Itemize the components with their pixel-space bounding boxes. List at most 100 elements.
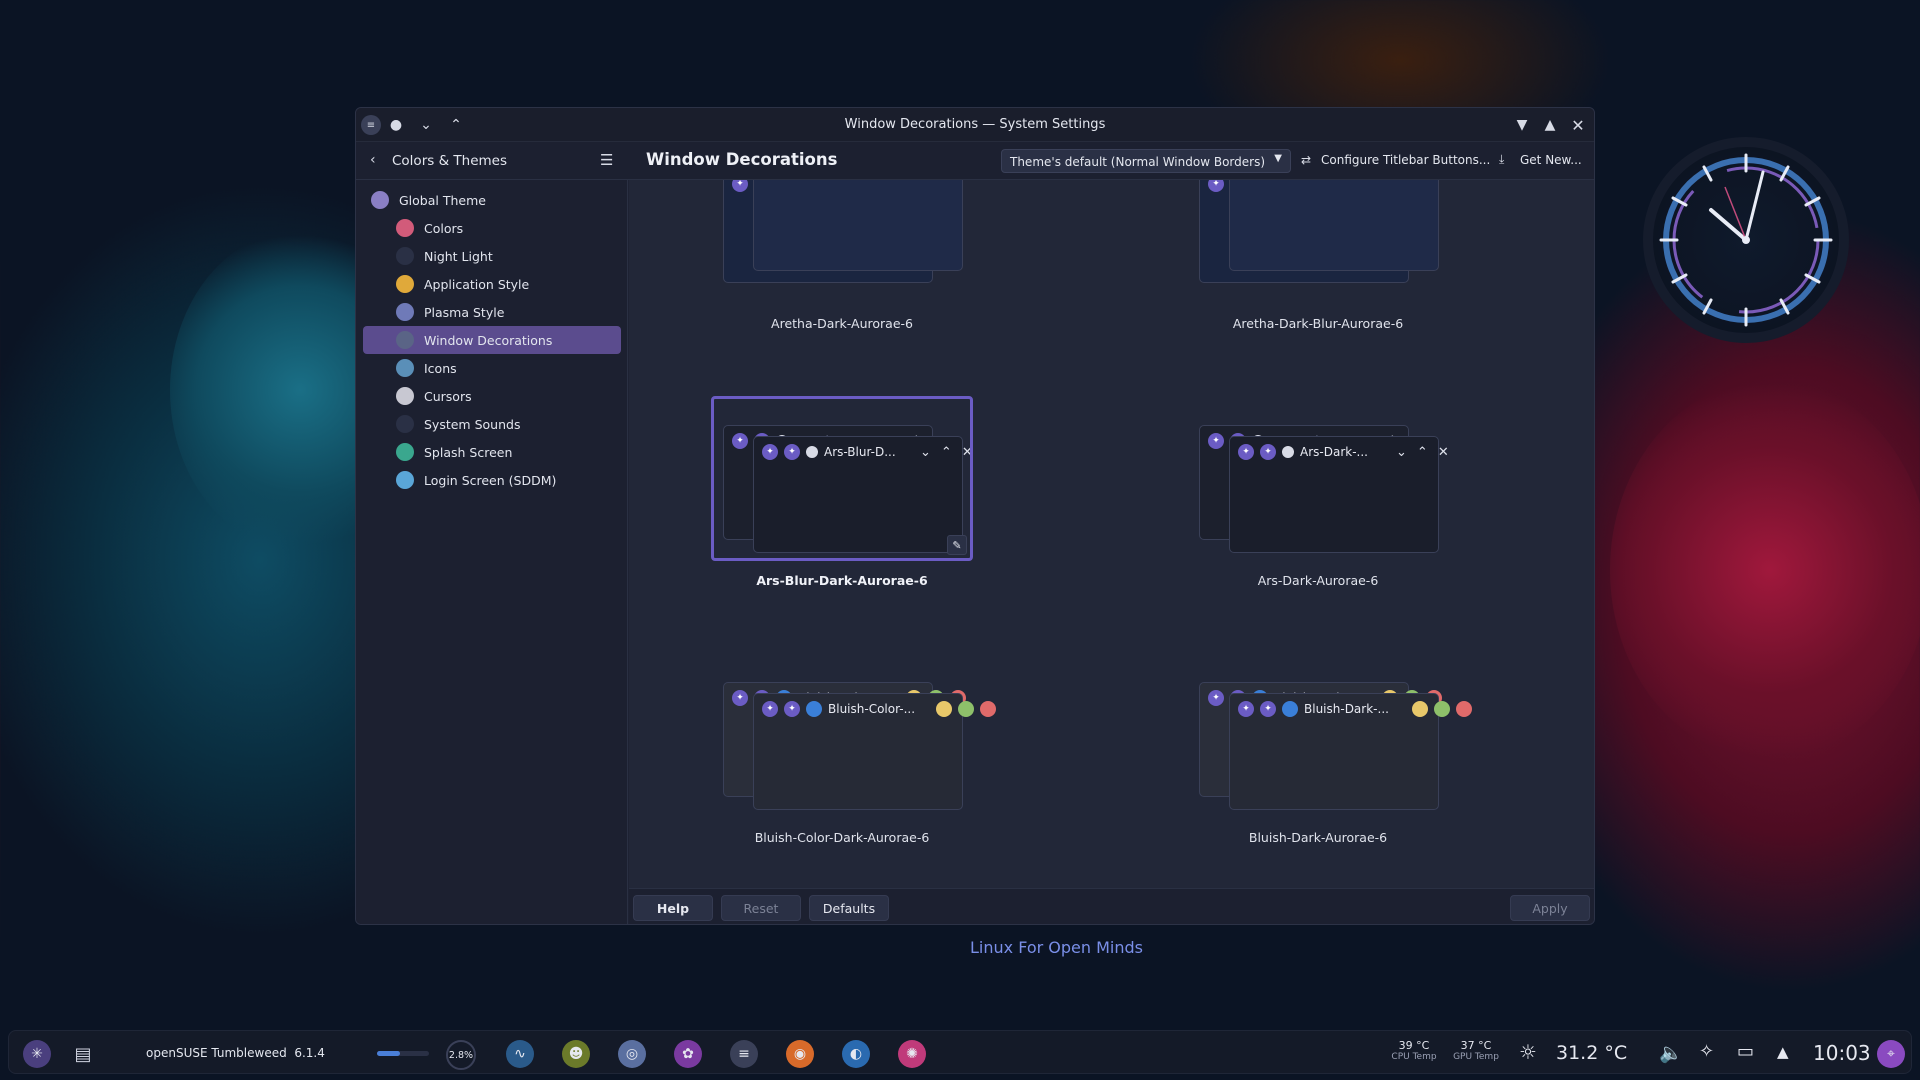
network-icon[interactable]: ▭ bbox=[1737, 1041, 1754, 1062]
sidebar-item-login-screen-sddm[interactable]: Login Screen (SDDM) bbox=[363, 466, 621, 494]
apply-button[interactable]: Apply bbox=[1510, 895, 1590, 921]
decoration-preview: ✦ ✦ Bluish-Color-... ✦ ✦ Bluish-Color-... bbox=[711, 658, 996, 858]
minimize-icon: ⌄ bbox=[1396, 444, 1407, 460]
back-button[interactable]: Colors & Themes bbox=[392, 153, 507, 169]
cursors-icon bbox=[396, 387, 414, 405]
decoration-preview: ✦ ✦ Ars-Dark-... ⌄ ⌃ ✕ ✦ ✦ Ars-Dark-... ⌄ ⌃ ✕ bbox=[1187, 401, 1449, 601]
wallpaper-smoke-right bbox=[1610, 380, 1920, 760]
decoration-name: Bluish-Color-Dark-Aurorae-6 bbox=[754, 830, 930, 845]
help-button[interactable]: Help bbox=[633, 895, 713, 921]
gimp-icon[interactable]: ☻ bbox=[562, 1040, 590, 1068]
sidebar-item-label: Night Light bbox=[424, 248, 493, 264]
get-new-button[interactable]: Get New... bbox=[1520, 153, 1582, 167]
minimize-icon[interactable]: ▼ bbox=[1512, 115, 1532, 135]
sidebar-item-window-decorations[interactable]: Window Decorations bbox=[363, 326, 621, 354]
night-light-icon bbox=[396, 247, 414, 265]
gpu-temp-sensor: 37 °C GPU Temp bbox=[1453, 1039, 1499, 1062]
app-menu-icon: ✦ bbox=[784, 701, 800, 717]
pin-icon: ✦ bbox=[1238, 444, 1254, 460]
pin-icon: ✦ bbox=[1208, 180, 1224, 192]
kde-tagline: Linux For Open Minds bbox=[970, 938, 1143, 957]
icons-icon bbox=[396, 359, 414, 377]
login-screen-icon bbox=[396, 471, 414, 489]
pager-icon[interactable]: ▤ bbox=[69, 1040, 97, 1068]
sliders-icon: ⇄ bbox=[1301, 153, 1312, 167]
sidebar-item-label: Splash Screen bbox=[424, 444, 513, 460]
sidebar-item-system-sounds[interactable]: System Sounds bbox=[363, 410, 621, 438]
tray-expand-icon[interactable]: ▲ bbox=[1777, 1043, 1789, 1061]
maximize-icon[interactable]: ▲ bbox=[1540, 115, 1560, 135]
sidebar-item-night-light[interactable]: Night Light bbox=[363, 242, 621, 270]
pin-icon: ✦ bbox=[762, 701, 778, 717]
decoration-name: Bluish-Dark-Aurorae-6 bbox=[1248, 830, 1388, 845]
system-settings-window[interactable]: ≡ ● ⌄ ⌃ Window Decorations — System Sett… bbox=[355, 107, 1595, 925]
active-preview-window: ✦✦Aretha-...⌄⌃✕ bbox=[753, 180, 963, 271]
decoration-name: Aretha-Dark-Blur-Aurorae-6 bbox=[1232, 316, 1404, 331]
edit-pencil-icon[interactable]: ✎ bbox=[947, 535, 967, 555]
window-title: Window Decorations — System Settings bbox=[844, 117, 1106, 132]
decoration-name: Ars-Blur-Dark-Aurorae-6 bbox=[756, 573, 928, 588]
decoration-name: Aretha-Dark-Aurorae-6 bbox=[771, 316, 913, 331]
colors-icon bbox=[396, 219, 414, 237]
plasma-style-icon bbox=[396, 303, 414, 321]
weather-temp[interactable]: 31.2 °C bbox=[1556, 1042, 1627, 1064]
brightness-icon[interactable]: ✧ bbox=[1699, 1041, 1714, 1062]
back-arrow-icon[interactable]: ‹ bbox=[370, 152, 376, 168]
system-settings-task-icon[interactable]: ≡ bbox=[730, 1040, 758, 1068]
close-icon[interactable]: ✕ bbox=[1568, 115, 1588, 135]
sun-icon[interactable]: ☼ bbox=[1519, 1040, 1537, 1064]
hamburger-menu-icon[interactable]: ☰ bbox=[600, 151, 613, 169]
pin-icon: ✦ bbox=[732, 180, 748, 192]
configure-titlebar-buttons-button[interactable]: Configure Titlebar Buttons... bbox=[1321, 153, 1490, 167]
clock-face bbox=[1659, 153, 1833, 327]
color-picker-icon[interactable]: ✺ bbox=[898, 1040, 926, 1068]
sidebar-item-global-theme[interactable]: Global Theme bbox=[363, 186, 621, 214]
selection-highlight bbox=[711, 396, 973, 561]
keep-above-icon bbox=[1282, 446, 1294, 458]
app-menu-icon: ✦ bbox=[1260, 701, 1276, 717]
decorations-grid[interactable]: ✦✦Aretha-...⌄⌃✕ ✦✦Aretha-...⌄⌃✕ Aretha-D… bbox=[629, 180, 1594, 888]
decoration-card[interactable]: ✦ ✦ Bluish-Color-... ✦ ✦ Bluish-Color-... Bl… bbox=[711, 658, 996, 858]
window-titlebar[interactable]: ≡ ● ⌄ ⌃ Window Decorations — System Sett… bbox=[356, 108, 1594, 142]
maximize-icon: ⌃ bbox=[1416, 444, 1428, 460]
firefox-icon[interactable]: ◉ bbox=[786, 1040, 814, 1068]
sidebar-item-splash-screen[interactable]: Splash Screen bbox=[363, 438, 621, 466]
decoration-card[interactable]: ✦ ✦ Ars-Dark-... ⌄ ⌃ ✕ ✦ ✦ Ars-Dark-... ⌄ ⌃ ✕ Ars-… bbox=[1187, 401, 1449, 601]
decoration-card[interactable]: ✦ ✦ Bluish-Dark-... ✦ ✦ Bluish-Dark-... Blui… bbox=[1187, 658, 1472, 858]
analog-clock-widget[interactable] bbox=[1643, 137, 1849, 343]
decoration-preview: ✦ ✦ Bluish-Dark-... ✦ ✦ Bluish-Dark-... bbox=[1187, 658, 1472, 858]
sidebar-item-icons[interactable]: Icons bbox=[363, 354, 621, 382]
reset-button[interactable]: Reset bbox=[721, 895, 801, 921]
cpu-temp-sensor: 39 °C CPU Temp bbox=[1391, 1039, 1437, 1062]
clock-time[interactable]: 10:03 bbox=[1813, 1041, 1871, 1065]
volume-icon[interactable]: 🔈 bbox=[1659, 1041, 1683, 1064]
decoration-card[interactable]: ✦✦Aretha-...⌄⌃✕ ✦✦Aretha-...⌄⌃✕ Aretha-D… bbox=[711, 180, 973, 344]
sidebar-item-colors[interactable]: Colors bbox=[363, 214, 621, 242]
discover-shop-icon[interactable]: ✿ bbox=[674, 1040, 702, 1068]
application-launcher-icon[interactable]: ✳ bbox=[23, 1040, 51, 1068]
cpu-usage-bar bbox=[377, 1051, 429, 1056]
settings-app-icon[interactable]: ◎ bbox=[618, 1040, 646, 1068]
defaults-button[interactable]: Defaults bbox=[809, 895, 889, 921]
user-switcher-icon[interactable]: ⌖ bbox=[1877, 1040, 1905, 1068]
close-dot-icon bbox=[980, 701, 996, 717]
sidebar-item-label: Application Style bbox=[424, 276, 530, 292]
sidebar-item-cursors[interactable]: Cursors bbox=[363, 382, 621, 410]
sidebar-item-label: Icons bbox=[424, 360, 457, 376]
dolphin-icon[interactable]: ◐ bbox=[842, 1040, 870, 1068]
sidebar-item-label: System Sounds bbox=[424, 416, 521, 432]
on-all-desktops-icon bbox=[806, 701, 822, 717]
pin-icon: ✦ bbox=[1238, 701, 1254, 717]
sidebar-item-application-style[interactable]: Application Style bbox=[363, 270, 621, 298]
app-menu-icon: ✦ bbox=[1260, 444, 1276, 460]
system-monitor-icon[interactable]: ∿ bbox=[506, 1040, 534, 1068]
border-size-select[interactable]: Theme's default (Normal Window Borders) … bbox=[1001, 149, 1291, 173]
decoration-card[interactable]: ✦✦Aretha-...⌄⌃✕ ✦✦Aretha-...⌄⌃✕ Aretha-D… bbox=[1187, 180, 1449, 344]
sidebar-item-plasma-style[interactable]: Plasma Style bbox=[363, 298, 621, 326]
decoration-card[interactable]: ✦✦Ars-Blur-D...⌄⌃✕ ✦✦Ars-Blur-D...⌄⌃✕ Ar… bbox=[711, 396, 973, 601]
page-title: Window Decorations bbox=[646, 150, 838, 169]
sidebar: Global Theme Colors Night Light Application… bbox=[356, 180, 628, 924]
sidebar-item-label: Plasma Style bbox=[424, 304, 505, 320]
music-note-icon bbox=[396, 415, 414, 433]
active-preview-window: ✦ ✦ Bluish-Dark-... bbox=[1229, 693, 1472, 810]
